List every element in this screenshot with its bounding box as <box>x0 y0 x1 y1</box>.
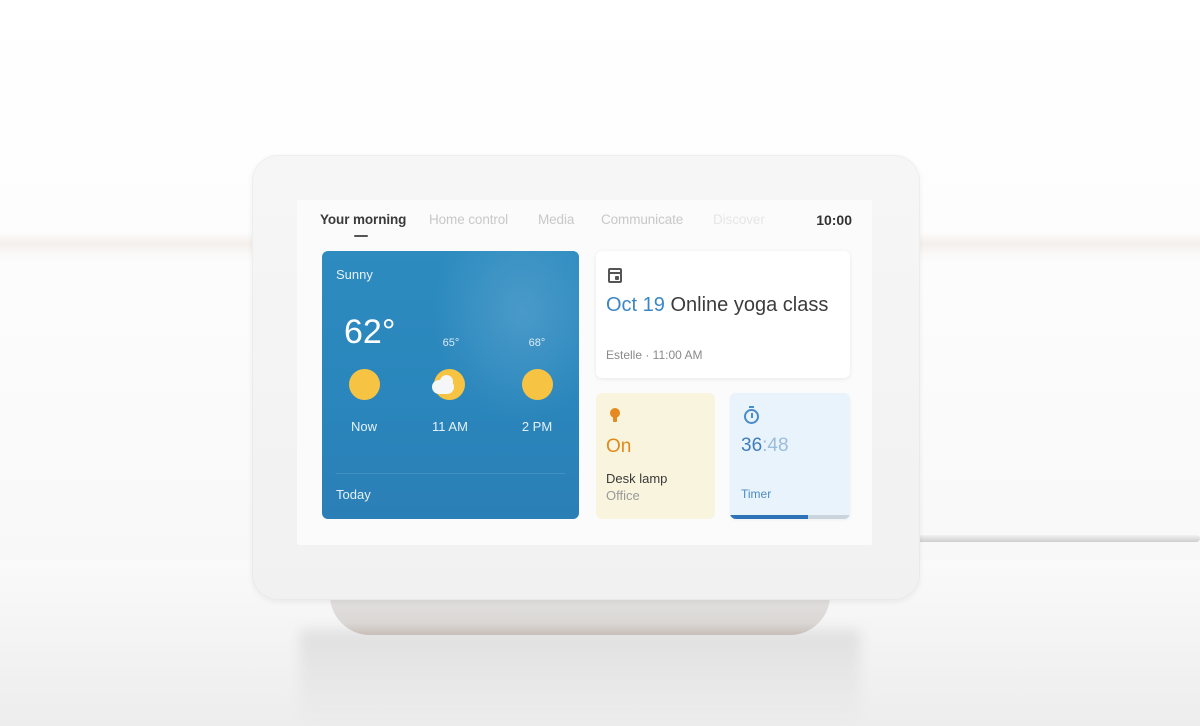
lightbulb-icon <box>610 408 620 422</box>
timer-progress-fill <box>730 515 808 519</box>
timer-card[interactable]: 36:48 Timer <box>730 393 850 519</box>
timer-seconds: 48 <box>767 435 789 456</box>
tab-discover[interactable]: Discover <box>713 212 765 227</box>
tab-media[interactable]: Media <box>538 212 574 227</box>
clock: 10:00 <box>816 212 852 228</box>
forecast-temp-2pm: 68° <box>528 337 546 349</box>
weather-divider <box>336 473 565 474</box>
weather-condition: Sunny <box>336 267 373 282</box>
speaker-base <box>330 595 830 635</box>
event-name: Online yoga class <box>670 294 829 316</box>
sun-icon <box>522 369 553 400</box>
weather-footer: Today <box>336 487 371 502</box>
tab-home-control[interactable]: Home control <box>429 212 508 227</box>
event-date: Oct 19 <box>606 294 665 316</box>
forecast-label-11am: 11 AM <box>432 419 468 434</box>
current-temperature: 62° <box>344 313 396 351</box>
forecast-label-2pm: 2 PM <box>521 419 553 434</box>
partly-cloudy-icon <box>432 369 465 400</box>
sun-icon <box>349 369 380 400</box>
tab-your-morning[interactable]: Your morning <box>320 212 406 227</box>
forecast-label-now: Now <box>350 419 377 434</box>
calendar-icon <box>608 268 622 283</box>
event-title: Oct 19 Online yoga class <box>606 294 828 317</box>
weather-card[interactable]: Sunny 62° 65° 68° Now 11 AM 2 PM Today <box>322 251 579 519</box>
timer-label: Timer <box>741 487 772 501</box>
lamp-name: Desk lamp <box>606 471 668 486</box>
event-meta: Estelle · 11:00 AM <box>606 348 703 362</box>
active-tab-indicator <box>354 235 368 237</box>
forecast-temp-11am: 65° <box>442 337 460 349</box>
lamp-room: Office <box>606 488 640 503</box>
stopwatch-icon <box>744 406 759 424</box>
tab-communicate[interactable]: Communicate <box>601 212 683 227</box>
calendar-event-card[interactable]: Oct 19 Online yoga class Estelle · 11:00… <box>596 251 850 378</box>
timer-remaining: 36:48 <box>741 435 789 457</box>
display-screen: Your morning Home control Media Communic… <box>297 200 872 545</box>
desk-lamp-card[interactable]: On Desk lamp Office <box>596 393 715 519</box>
lamp-state: On <box>606 436 632 457</box>
timer-minutes: 36 <box>741 435 763 456</box>
power-cable <box>915 535 1200 542</box>
speaker-base-shadow <box>300 630 860 726</box>
timer-progress-track <box>730 515 850 519</box>
